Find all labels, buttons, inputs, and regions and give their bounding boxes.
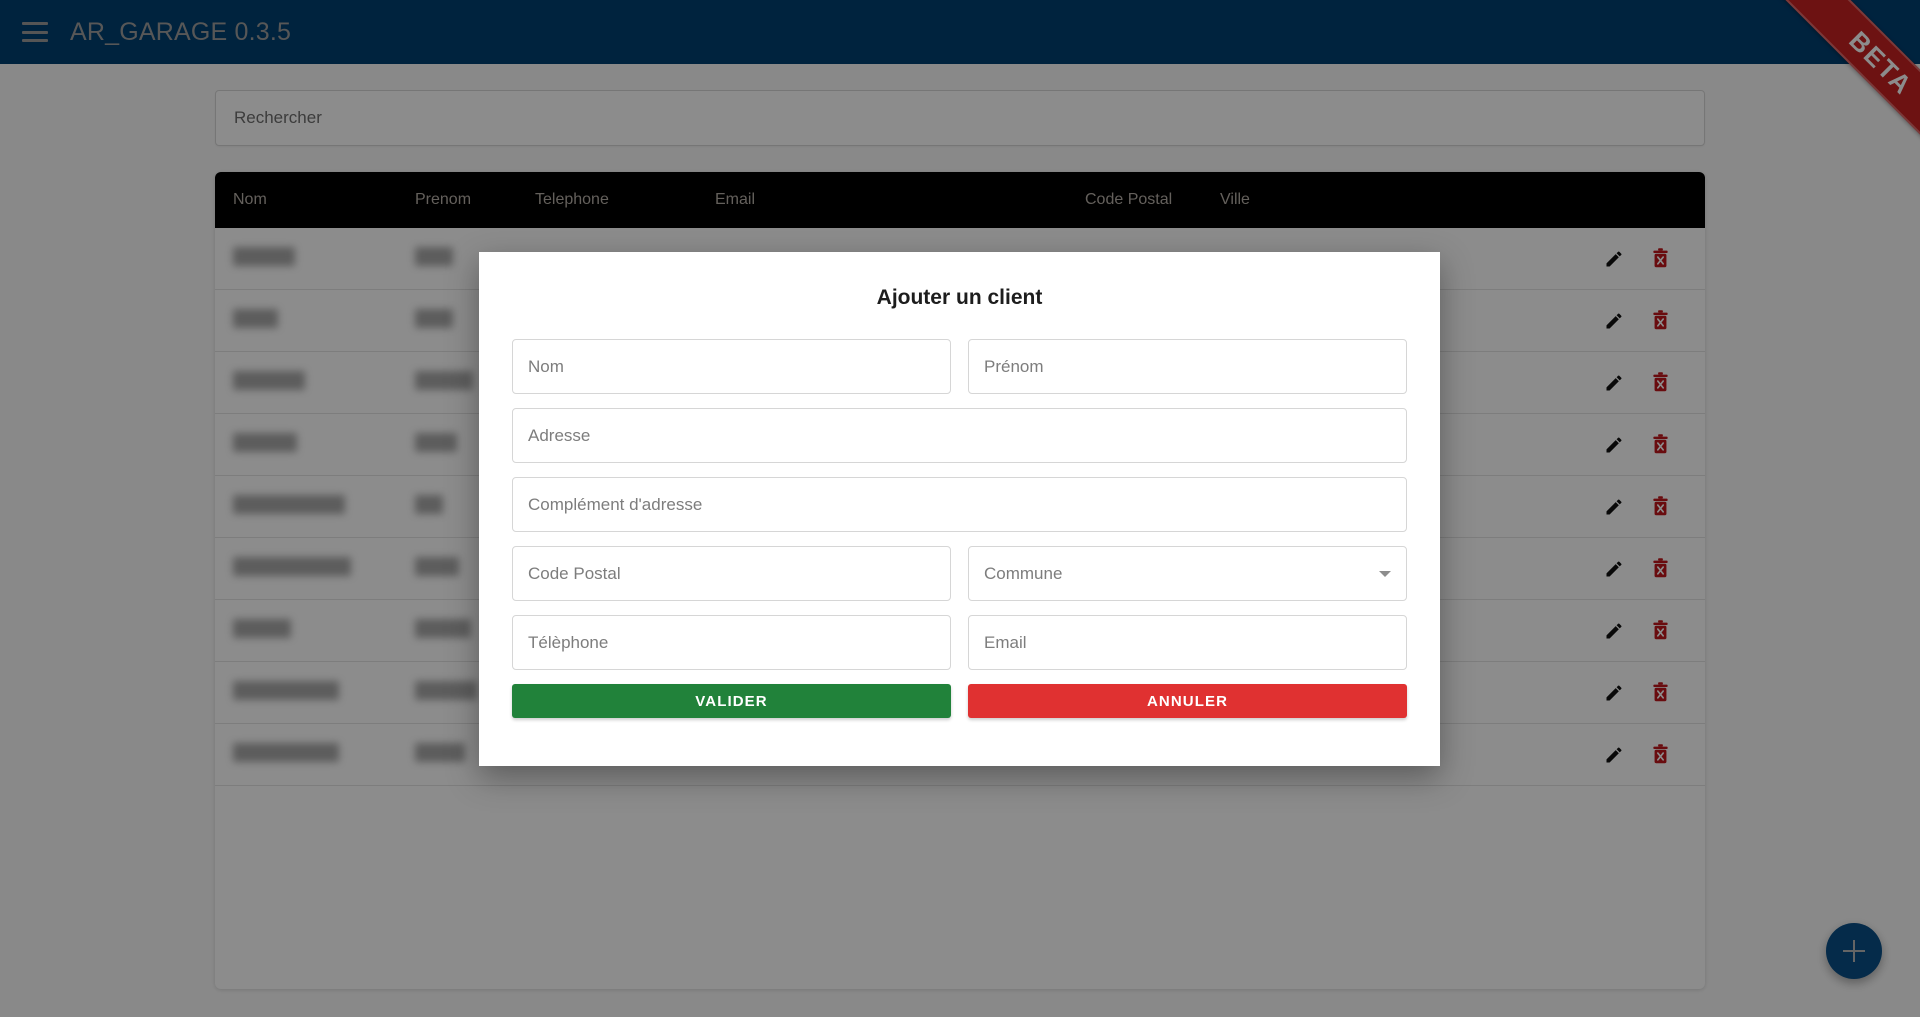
cancel-button[interactable]: ANNULER <box>968 684 1407 718</box>
address-row <box>512 408 1407 463</box>
commune-select[interactable]: Commune <box>968 546 1407 601</box>
complement-adresse-input[interactable] <box>512 477 1407 532</box>
commune-select-wrapper: Commune <box>968 546 1407 601</box>
add-client-dialog: Ajouter un client Commune VALIDER ANNULE… <box>479 252 1440 766</box>
postal-commune-row: Commune <box>512 546 1407 601</box>
nom-input[interactable] <box>512 339 951 394</box>
prenom-input[interactable] <box>968 339 1407 394</box>
name-row <box>512 339 1407 394</box>
dialog-title: Ajouter un client <box>876 286 1043 309</box>
validate-button[interactable]: VALIDER <box>512 684 951 718</box>
dialog-actions: VALIDER ANNULER <box>512 684 1407 718</box>
email-input[interactable] <box>968 615 1407 670</box>
address-complement-row <box>512 477 1407 532</box>
code-postal-input[interactable] <box>512 546 951 601</box>
contact-row <box>512 615 1407 670</box>
adresse-input[interactable] <box>512 408 1407 463</box>
telephone-input[interactable] <box>512 615 951 670</box>
